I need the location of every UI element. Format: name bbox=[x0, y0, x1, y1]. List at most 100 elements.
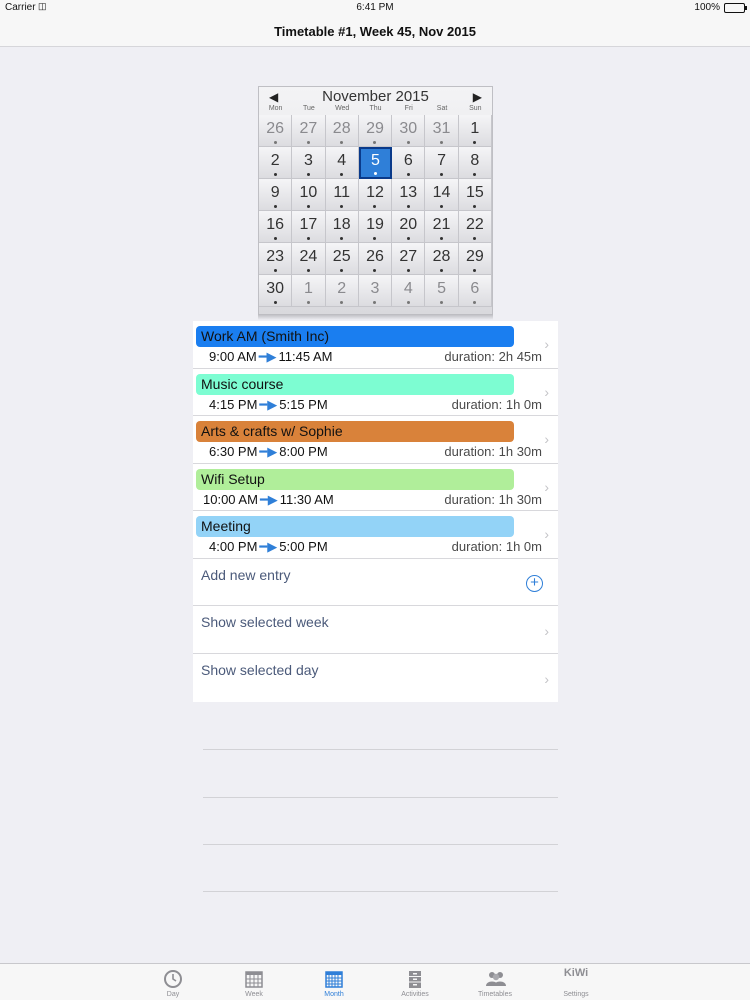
entry-name: Music course bbox=[196, 373, 514, 395]
clock-icon bbox=[164, 970, 182, 988]
calendar-day[interactable]: 24 bbox=[292, 243, 326, 275]
event-dot-icon bbox=[373, 172, 377, 175]
event-dot-icon bbox=[373, 269, 377, 272]
calendar-day-number: 24 bbox=[299, 248, 318, 265]
calendar-day[interactable]: 26 bbox=[259, 115, 293, 147]
event-dot-icon bbox=[473, 205, 477, 208]
add-new-entry-row[interactable]: Add new entry + bbox=[193, 559, 558, 606]
calendar-day[interactable]: 16 bbox=[259, 211, 293, 243]
calendar-day[interactable]: 6 bbox=[458, 275, 492, 307]
entry-start-time: 9:00 AM bbox=[209, 349, 257, 364]
entry-row[interactable]: Arts & crafts w/ Sophie 6:30 PM ━▶ 8:00 PM d… bbox=[193, 416, 558, 464]
event-dot-icon bbox=[440, 237, 444, 240]
calendar-day[interactable]: 26 bbox=[358, 243, 393, 275]
entry-end-time: 8:00 PM bbox=[279, 444, 328, 459]
calendar-day[interactable]: 11 bbox=[325, 179, 359, 211]
event-dot-icon bbox=[373, 301, 377, 304]
calendar-day[interactable]: 21 bbox=[425, 211, 459, 243]
calendar-shadow bbox=[258, 314, 493, 320]
entry-name: Wifi Setup bbox=[196, 468, 514, 490]
entry-name: Work AM (Smith Inc) bbox=[196, 326, 514, 347]
tab-label: Activities bbox=[401, 991, 429, 998]
calendar-day[interactable]: 2 bbox=[259, 147, 293, 179]
show-selected-week-row[interactable]: Show selected week › bbox=[193, 606, 558, 654]
calendar-day[interactable]: 3 bbox=[358, 275, 393, 307]
entry-row[interactable]: Wifi Setup 10:00 AM ━▶ 11:30 AM duration: 1h… bbox=[193, 464, 558, 511]
event-dot-icon bbox=[373, 141, 377, 144]
calendar-day[interactable]: 28 bbox=[425, 243, 459, 275]
calendar-day[interactable]: 25 bbox=[325, 243, 359, 275]
calendar-day[interactable]: 8 bbox=[458, 147, 492, 179]
calendar-day[interactable]: 4 bbox=[392, 275, 426, 307]
entry-row[interactable]: Meeting 4:00 PM ━▶ 5:00 PM duration: 1h 0m › bbox=[193, 511, 558, 559]
tab-week[interactable]: Week bbox=[214, 964, 294, 1000]
calendar-day-number: 5 bbox=[371, 152, 380, 169]
calendar-day[interactable]: 3 bbox=[292, 147, 326, 179]
calendar-day[interactable]: 29 bbox=[458, 243, 492, 275]
calendar-day-number: 26 bbox=[366, 248, 384, 265]
calendar-day[interactable]: 14 bbox=[425, 179, 459, 211]
entry-duration: duration: 1h 30m bbox=[444, 444, 542, 459]
calendar-day-number: 29 bbox=[465, 248, 484, 265]
calendar-day[interactable]: 30 bbox=[259, 275, 293, 307]
event-dot-icon bbox=[406, 301, 410, 304]
show-selected-day-row[interactable]: Show selected day › bbox=[193, 654, 558, 702]
calendar-day[interactable]: 1 bbox=[292, 275, 326, 307]
calendar-day[interactable]: 18 bbox=[325, 211, 359, 243]
calendar-day[interactable]: 20 bbox=[392, 211, 426, 243]
calendar-day[interactable]: 5 bbox=[425, 275, 459, 307]
tab-activities[interactable]: Activities bbox=[375, 964, 455, 1000]
event-dot-icon bbox=[440, 173, 444, 176]
calendar-day[interactable]: 12 bbox=[358, 179, 393, 211]
calendar-day-selected[interactable]: 5 bbox=[358, 147, 393, 179]
event-dot-icon bbox=[340, 237, 344, 240]
calendar-day[interactable]: 28 bbox=[325, 115, 359, 147]
calendar-day-number: 8 bbox=[470, 152, 480, 169]
calendar-day[interactable]: 9 bbox=[259, 179, 293, 211]
event-dot-icon bbox=[273, 173, 277, 176]
calendar-day[interactable]: 15 bbox=[458, 179, 492, 211]
calendar-day-number: 1 bbox=[470, 120, 480, 137]
calendar-day[interactable]: 27 bbox=[392, 243, 426, 275]
calendar-day-number: 2 bbox=[270, 152, 280, 169]
entry-duration: duration: 1h 0m bbox=[451, 396, 542, 412]
calendar-day[interactable]: 17 bbox=[292, 211, 326, 243]
calendar-day[interactable]: 4 bbox=[325, 147, 359, 179]
calendar-day[interactable]: 29 bbox=[358, 115, 393, 147]
calendar-day[interactable]: 19 bbox=[358, 211, 393, 243]
event-dot-icon bbox=[340, 141, 344, 144]
event-dot-icon bbox=[340, 269, 344, 272]
calendar-day[interactable]: 27 bbox=[292, 115, 326, 147]
calendar-day[interactable]: 6 bbox=[392, 147, 426, 179]
tab-timetables[interactable]: Timetables bbox=[455, 964, 535, 1000]
status-time: 6:41 PM bbox=[356, 2, 394, 13]
calendar-day[interactable]: 30 bbox=[392, 115, 426, 147]
next-month-button[interactable]: ▶ bbox=[473, 90, 482, 104]
calendar-day-number: 17 bbox=[299, 216, 318, 233]
add-circle-icon[interactable]: + bbox=[526, 574, 543, 592]
calendar-day[interactable]: 1 bbox=[458, 115, 492, 147]
calendar-day[interactable]: 31 bbox=[425, 115, 459, 147]
calendar-day-grid: 26 27 28 29 30 31 1 2 3 4 5 6 7 8 9 10 11 12 13 14 15 16 17 18 1… bbox=[259, 115, 492, 307]
tab-settings[interactable]: KiWi Settings bbox=[536, 964, 616, 1000]
calendar-month-label: November 2015 bbox=[322, 88, 429, 105]
calendar-day[interactable]: 13 bbox=[392, 179, 426, 211]
tab-day[interactable]: Day bbox=[133, 964, 213, 1000]
calendar-day[interactable]: 23 bbox=[259, 243, 293, 275]
previous-month-button[interactable]: ◀ bbox=[269, 90, 278, 104]
calendar-day[interactable]: 2 bbox=[325, 275, 359, 307]
event-dot-icon bbox=[406, 237, 410, 240]
tab-month[interactable]: Month bbox=[294, 964, 374, 1000]
month-calendar: ◀ November 2015 ▶ Mon Tue Wed Thu Fri Sat Sun … bbox=[258, 86, 493, 315]
entry-row[interactable]: Work AM (Smith Inc) 9:00 AM ━▶ 11:45 AM dura… bbox=[193, 321, 558, 369]
event-dot-icon bbox=[406, 141, 410, 144]
calendar-day[interactable]: 22 bbox=[458, 211, 492, 243]
entry-row[interactable]: Music course 4:15 PM ━▶ 5:15 PM duration: 1h… bbox=[193, 369, 558, 416]
calendar-day[interactable]: 7 bbox=[425, 147, 459, 179]
calendar-day[interactable]: 10 bbox=[292, 179, 326, 211]
event-dot-icon bbox=[273, 269, 277, 272]
event-dot-icon bbox=[306, 173, 310, 176]
weekday-label: Thu bbox=[369, 105, 382, 112]
empty-row-separator bbox=[203, 891, 558, 892]
calendar-day-number: 3 bbox=[370, 280, 380, 297]
